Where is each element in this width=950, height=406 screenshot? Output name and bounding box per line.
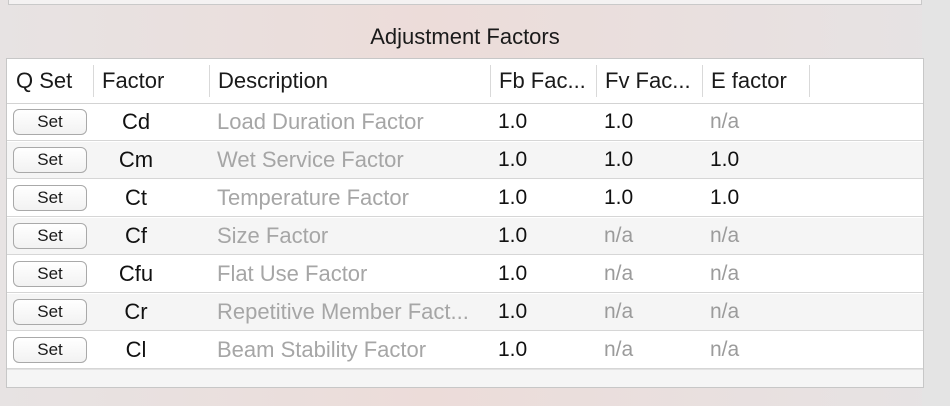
- e-factor-cell: n/a: [710, 262, 740, 285]
- fv-factor-cell: 1.0: [604, 186, 634, 209]
- fv-factor-cell: n/a: [604, 300, 634, 323]
- table-header: Q Set Factor Description Fb Fac... Fv Fa…: [7, 59, 923, 104]
- column-header-description[interactable]: Description: [209, 59, 490, 103]
- fb-factor-cell: 1.0: [498, 338, 528, 361]
- set-button[interactable]: Set: [13, 337, 87, 363]
- fv-factor-cell: n/a: [604, 224, 634, 247]
- section-title: Adjustment Factors: [370, 24, 560, 49]
- e-factor-cell: n/a: [710, 110, 740, 133]
- table-empty-area: [7, 369, 923, 387]
- description-cell: Repetitive Member Fact...: [217, 299, 469, 324]
- factor-cell: Ct: [125, 185, 147, 210]
- description-cell: Temperature Factor: [217, 185, 409, 210]
- factor-cell: Cr: [124, 299, 148, 324]
- set-button[interactable]: Set: [13, 299, 87, 325]
- description-cell: Flat Use Factor: [217, 261, 368, 286]
- factor-cell: Cfu: [118, 261, 154, 286]
- description-cell: Wet Service Factor: [217, 147, 404, 172]
- set-button[interactable]: Set: [13, 109, 87, 135]
- factor-cell: Cd: [121, 109, 151, 134]
- set-button[interactable]: Set: [13, 223, 87, 249]
- fb-factor-cell: 1.0: [498, 300, 528, 323]
- adjustment-factors-table: Q Set Factor Description Fb Fac... Fv Fa…: [6, 58, 924, 388]
- table-row[interactable]: Set Cm Wet Service Factor 1.0 1.0 1.0: [7, 142, 923, 179]
- window-right-edge: [922, 0, 950, 406]
- column-header-qset[interactable]: Q Set: [7, 59, 93, 103]
- set-button[interactable]: Set: [13, 185, 87, 211]
- fb-factor-cell: 1.0: [498, 186, 528, 209]
- table-row[interactable]: Set Cd Load Duration Factor 1.0 1.0 n/a: [7, 104, 923, 141]
- fv-factor-cell: n/a: [604, 262, 634, 285]
- table-row[interactable]: Set Cf Size Factor 1.0 n/a n/a: [7, 218, 923, 255]
- column-divider[interactable]: [809, 65, 810, 97]
- description-cell: Beam Stability Factor: [217, 337, 427, 362]
- column-header-fb-factor[interactable]: Fb Fac...: [490, 59, 596, 103]
- fb-factor-cell: 1.0: [498, 110, 528, 133]
- e-factor-cell: 1.0: [710, 186, 740, 209]
- fv-factor-cell: n/a: [604, 338, 634, 361]
- table-row[interactable]: Set Cl Beam Stability Factor 1.0 n/a n/a: [7, 332, 923, 369]
- factor-cell: Cl: [125, 337, 147, 362]
- table-row[interactable]: Set Ct Temperature Factor 1.0 1.0 1.0: [7, 180, 923, 217]
- table-row[interactable]: Set Cfu Flat Use Factor 1.0 n/a n/a: [7, 256, 923, 293]
- set-button[interactable]: Set: [13, 261, 87, 287]
- table-row[interactable]: Set Cr Repetitive Member Fact... 1.0 n/a n/a: [7, 294, 923, 331]
- factor-cell: Cm: [118, 147, 154, 172]
- e-factor-cell: n/a: [710, 224, 740, 247]
- column-header-e-factor[interactable]: E factor: [702, 59, 809, 103]
- description-cell: Load Duration Factor: [217, 109, 424, 134]
- fv-factor-cell: 1.0: [604, 148, 634, 171]
- fb-factor-cell: 1.0: [498, 262, 528, 285]
- set-button[interactable]: Set: [13, 147, 87, 173]
- fb-factor-cell: 1.0: [498, 148, 528, 171]
- description-cell: Size Factor: [217, 223, 329, 248]
- e-factor-cell: 1.0: [710, 148, 740, 171]
- fv-factor-cell: 1.0: [604, 110, 634, 133]
- e-factor-cell: n/a: [710, 338, 740, 361]
- panel-top-edge: [8, 0, 922, 5]
- e-factor-cell: n/a: [710, 300, 740, 323]
- fb-factor-cell: 1.0: [498, 224, 528, 247]
- column-header-factor[interactable]: Factor: [93, 59, 209, 103]
- column-header-fv-factor[interactable]: Fv Fac...: [596, 59, 702, 103]
- factor-cell: Cf: [125, 223, 147, 248]
